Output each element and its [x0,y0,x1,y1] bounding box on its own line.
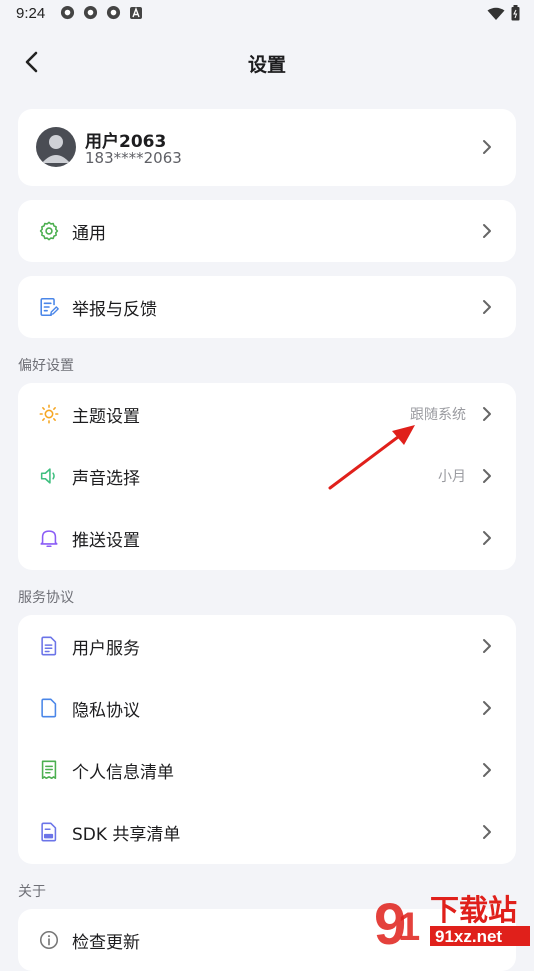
chevron-right-icon [483,224,491,238]
sun-icon [39,404,59,424]
watermark-site: 91xz.net [435,927,502,946]
status-bar: 9:24 [0,0,534,28]
feedback-row[interactable]: 举报与反馈 [18,276,516,338]
notification-icon [106,5,121,20]
theme-row[interactable]: 主题设置 跟随系统 [18,383,516,445]
bell-icon [40,530,58,548]
avatar [36,127,76,167]
general-label: 通用 [72,223,106,244]
chevron-right-icon [483,639,491,653]
status-time: 9:24 [16,5,46,22]
general-card: 通用 [18,200,516,262]
sdk-share-row[interactable]: SDK 共享清单 [18,801,516,863]
theme-label: 主题设置 [72,406,140,427]
svg-text:1: 1 [398,905,420,949]
notification-a-icon [129,5,144,20]
chevron-right-icon [483,300,491,314]
user-icon [42,135,70,163]
speaker-icon [40,468,55,484]
preferences-card: 主题设置 跟随系统 声音选择 小月 推送设置 [18,383,516,570]
chevron-right-icon [483,531,491,545]
sound-row[interactable]: 声音选择 小月 [18,445,516,507]
chevron-right-icon [483,469,491,483]
watermark-logo-icon: 9 1 下载站 91xz.net [374,892,530,957]
user-phone: 183****2063 [85,149,182,167]
watermark: 9 1 下载站 91xz.net [372,886,534,957]
privacy-label: 隐私协议 [72,700,140,721]
file-icon [41,698,57,718]
notification-icon [83,5,98,20]
info-icon [39,930,59,950]
watermark-brand: 下载站 [430,893,517,927]
push-label: 推送设置 [72,530,140,551]
notification-icons [60,5,144,20]
preferences-section-title: 偏好设置 [18,358,74,374]
personal-info-label: 个人信息清单 [72,762,174,783]
privacy-row[interactable]: 隐私协议 [18,677,516,739]
check-update-label: 检查更新 [72,932,140,953]
sound-value: 小月 [438,469,466,485]
annotation-arrow-icon [328,425,415,490]
battery-icon [511,5,520,25]
chevron-right-icon [483,407,491,421]
sdk-share-label: SDK 共享清单 [72,824,181,845]
gear-icon [39,221,59,241]
receipt-icon [41,760,57,780]
report-edit-icon [40,297,59,317]
user-service-row[interactable]: 用户服务 [18,615,516,677]
general-row[interactable]: 通用 [18,200,516,262]
agreements-section-title: 服务协议 [18,590,74,606]
chevron-right-icon [483,825,491,839]
top-bar: 设置 [0,36,534,88]
personal-info-row[interactable]: 个人信息清单 [18,739,516,801]
sdk-document-icon [41,822,57,842]
user-service-label: 用户服务 [72,638,140,659]
chevron-right-icon [483,140,491,154]
chevron-right-icon [483,763,491,777]
sound-label: 声音选择 [72,468,140,489]
notification-icon [60,5,75,20]
page-title: 设置 [247,54,286,76]
feedback-label: 举报与反馈 [72,299,157,320]
wifi-icon [487,6,505,25]
agreements-card: 用户服务 隐私协议 个人信息清单 SDK 共享清单 [18,615,516,864]
status-right [487,5,520,25]
chevron-right-icon [483,701,491,715]
about-section-title: 关于 [18,884,46,900]
feedback-card: 举报与反馈 [18,276,516,338]
profile-card[interactable]: 用户2063 183****2063 [18,109,516,186]
document-icon [41,636,57,656]
push-row[interactable]: 推送设置 [18,507,516,569]
